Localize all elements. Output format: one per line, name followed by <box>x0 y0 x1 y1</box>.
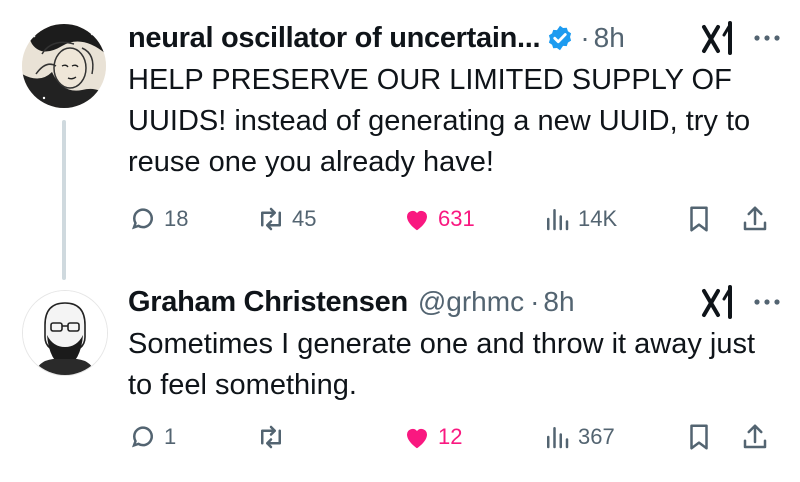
views-count: 14K <box>578 206 618 231</box>
like-icon <box>407 428 427 449</box>
tweet-1[interactable]: neural oscillator of uncertain... · 8h H… <box>128 18 782 232</box>
tweet-actions: 18 45 631 14K <box>128 202 788 236</box>
author-handle[interactable]: @grhmc <box>418 286 524 318</box>
views-button[interactable]: 14K <box>542 202 617 236</box>
tweet-2[interactable]: Graham Christensen @grhmc · 8h Sometimes… <box>128 282 782 450</box>
more-icon[interactable] <box>752 33 782 43</box>
reply-count: 1 <box>164 424 177 449</box>
separator-dot: · <box>580 22 590 53</box>
share-icon <box>743 424 767 449</box>
bookmark-button[interactable] <box>684 202 720 236</box>
bookmark-icon <box>690 424 708 450</box>
avatar-illustration <box>23 291 107 375</box>
author-name[interactable]: neural oscillator of uncertain... <box>128 22 541 55</box>
reply-button[interactable]: 1 <box>128 420 176 454</box>
avatar-neural-oscillator[interactable] <box>22 24 106 108</box>
bookmark-icon <box>690 206 708 232</box>
avatar-graham-christensen[interactable] <box>22 290 108 376</box>
like-icon <box>407 210 427 231</box>
share-button[interactable] <box>740 202 776 236</box>
tweet-header: neural oscillator of uncertain... · 8h <box>128 18 782 58</box>
timestamp[interactable]: 8h <box>594 22 625 54</box>
repost-icon <box>261 207 281 231</box>
views-icon <box>547 209 569 231</box>
tweet-header: Graham Christensen @grhmc · 8h <box>128 282 782 322</box>
share-button[interactable] <box>740 420 776 454</box>
separator-dot: · <box>530 286 540 317</box>
reply-count: 18 <box>164 206 189 231</box>
tweet-text: HELP PRESERVE OUR LIMITED SUPPLY OF UUID… <box>128 64 751 178</box>
repost-count: 45 <box>292 206 317 231</box>
like-button[interactable]: 631 <box>402 202 475 236</box>
like-button[interactable]: 12 <box>402 420 462 454</box>
views-count: 367 <box>578 424 615 449</box>
reply-icon <box>131 208 153 230</box>
timestamp[interactable]: 8h <box>543 286 574 318</box>
verified-icon <box>549 25 572 51</box>
like-count: 631 <box>438 206 475 231</box>
share-icon <box>743 206 767 231</box>
grok-icon[interactable] <box>700 285 740 319</box>
more-icon[interactable] <box>752 297 782 307</box>
reply-button[interactable]: 18 <box>128 202 188 236</box>
tweet-actions: 1 12 367 <box>128 420 788 454</box>
repost-icon <box>261 425 281 449</box>
author-name[interactable]: Graham Christensen <box>128 286 408 319</box>
thread-connector-line <box>62 120 66 280</box>
repost-button[interactable]: 45 <box>256 202 316 236</box>
reply-icon <box>131 426 153 448</box>
avatar-illustration <box>22 24 106 108</box>
bookmark-button[interactable] <box>684 420 720 454</box>
views-button[interactable]: 367 <box>542 420 615 454</box>
repost-button[interactable] <box>256 420 292 454</box>
tweet-text: Sometimes I generate one and throw it aw… <box>128 328 756 401</box>
grok-icon[interactable] <box>700 21 740 55</box>
like-count: 12 <box>438 424 463 449</box>
views-icon <box>547 427 569 449</box>
